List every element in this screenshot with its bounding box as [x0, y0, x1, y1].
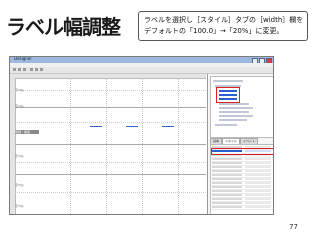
properties-panel: 基本 スタイル イベント	[207, 74, 273, 214]
width-field-highlight-box	[211, 148, 273, 155]
tree-node[interactable]	[219, 111, 249, 113]
property-tabs: 基本 スタイル イベント	[210, 138, 273, 144]
toolbar-cut-icon[interactable]	[30, 68, 33, 71]
property-row[interactable]	[211, 206, 273, 210]
toolbar-copy-icon[interactable]	[35, 68, 38, 71]
label-item[interactable]: ラベル	[15, 183, 39, 187]
property-grid	[210, 144, 273, 214]
label-item-selected[interactable]: 明細・帳票	[15, 130, 39, 134]
toolbar-open-icon[interactable]	[18, 68, 21, 71]
field-marker	[90, 126, 102, 127]
field-marker	[162, 126, 174, 127]
row-separator	[15, 162, 206, 163]
label-item[interactable]: ラベル	[15, 88, 39, 92]
toolbar	[10, 67, 273, 74]
slide-title: ラベル幅調整	[6, 15, 121, 39]
column-guide	[70, 78, 71, 214]
window-title: Designer	[14, 56, 32, 61]
tree-node[interactable]	[219, 103, 249, 105]
design-canvas[interactable]: ラベル ラベル 明細・帳票 ラベル ラベル ラベル	[10, 74, 206, 214]
callout-line-2: デフォルトの「100.0」→「20%」に変更。	[144, 27, 284, 35]
row-separator	[15, 144, 206, 145]
label-column: ラベル ラベル 明細・帳票 ラベル ラベル ラベル	[15, 78, 39, 214]
tree-node[interactable]	[219, 115, 253, 117]
horizontal-ruler	[10, 74, 206, 79]
label-item[interactable]: ラベル	[15, 154, 39, 158]
column-guide	[178, 78, 179, 214]
row-separator	[15, 90, 206, 91]
toolbar-save-icon[interactable]	[23, 68, 26, 71]
toolbar-new-icon[interactable]	[13, 68, 16, 71]
tree-highlight-box	[216, 87, 240, 103]
column-guide	[142, 78, 143, 214]
tree-node[interactable]	[219, 119, 247, 121]
instruction-callout: ラベルを選択し［スタイル］タブの［width］欄を デフォルトの「100.0」→…	[138, 11, 308, 41]
row-separator	[15, 107, 206, 108]
component-tree[interactable]	[210, 76, 273, 138]
label-item[interactable]: ラベル	[15, 204, 39, 208]
designer-screenshot: Designer ラベル ラベル 明細・帳票 ラベル ラベル ラベル 基本 スタ…	[9, 56, 274, 215]
tree-node[interactable]	[219, 107, 253, 109]
label-item[interactable]: ラベル	[15, 104, 39, 108]
toolbar-paste-icon[interactable]	[40, 68, 43, 71]
callout-line-1: ラベルを選択し［スタイル］タブの［width］欄を	[144, 16, 304, 24]
row-separator	[15, 174, 206, 175]
field-marker	[126, 126, 138, 127]
row-separator	[15, 192, 206, 193]
tree-node[interactable]	[213, 80, 243, 82]
column-guide	[106, 78, 107, 214]
row-separator	[15, 122, 206, 123]
tree-node[interactable]	[215, 124, 237, 126]
page-number: 77	[289, 223, 298, 231]
